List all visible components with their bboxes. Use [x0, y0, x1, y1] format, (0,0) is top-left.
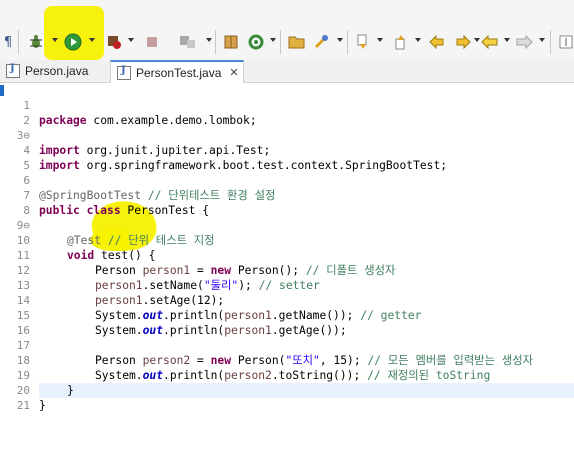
java-file-icon — [117, 65, 131, 80]
prev-annotation-icon[interactable] — [393, 32, 409, 52]
refresh-icon[interactable] — [248, 32, 264, 52]
stop-icon[interactable] — [145, 32, 159, 52]
toolbar-separator — [18, 30, 19, 54]
toolbar-separator — [280, 30, 281, 54]
code-line: 11 Person person1 = new Person(); // 디폴트… — [0, 233, 574, 277]
editor-tab-bar: Person.java PersonTest.java ✕ — [0, 60, 574, 83]
code-line: 18 System.out.println(person2.toString()… — [0, 338, 574, 382]
back-icon[interactable] — [480, 32, 500, 52]
tab-label: PersonTest.java — [136, 65, 222, 80]
next-annotation-dropdown-icon[interactable] — [377, 38, 383, 42]
run-dropdown-icon[interactable] — [89, 38, 95, 42]
tab-persontest-java[interactable]: PersonTest.java ✕ — [110, 60, 244, 83]
deploy-icon[interactable] — [177, 32, 199, 52]
code-line: 16 — [0, 308, 574, 337]
code-editor[interactable]: 1 package com.example.demo.lombok; 2 3⊖ … — [0, 83, 574, 450]
code-line: 2 — [0, 98, 574, 127]
main-toolbar: ¶ — [0, 0, 574, 60]
code-line: 14 System.out.println(person1.getName())… — [0, 278, 574, 322]
code-line: 9⊖ @Test // 단위 테스트 지정 — [0, 203, 574, 247]
line-code: } — [39, 399, 46, 412]
deploy-dropdown-icon[interactable] — [206, 38, 212, 42]
toolbar-separator — [347, 30, 348, 54]
code-line: 7 public class PersonTest { — [0, 173, 574, 217]
code-line: 21 — [0, 383, 574, 412]
code-line: 5 — [0, 143, 574, 172]
run-icon[interactable] — [64, 32, 82, 52]
code-line: 15 System.out.println(person1.getAge()); — [0, 293, 574, 337]
code-line: 13 person1.setAge(12); — [0, 263, 574, 307]
code-line: 1 package com.example.demo.lombok; — [0, 83, 574, 127]
code-line: 3⊖ import org.junit.jupiter.api.Test; — [0, 113, 574, 157]
code-line: 8 — [0, 188, 574, 217]
debug-dropdown-icon[interactable] — [52, 38, 58, 42]
back-dropdown-icon[interactable] — [504, 38, 510, 42]
debug-icon[interactable] — [27, 32, 45, 52]
code-line: 12 person1.setName("둘리"); // setter — [0, 248, 574, 292]
code-line: 19 } — [0, 353, 574, 397]
toolbar-separator — [550, 30, 551, 54]
pin-icon[interactable] — [558, 32, 574, 52]
code-line: 10 void test() { — [0, 218, 574, 262]
code-line: 20 } — [0, 368, 574, 412]
tab-person-java[interactable]: Person.java — [0, 60, 108, 82]
forward-edit-icon[interactable] — [452, 32, 472, 52]
code-line: 17 Person person2 = new Person("또치", 15)… — [0, 323, 574, 367]
line-number: 21 — [16, 399, 30, 412]
wrench-dropdown-icon[interactable] — [337, 38, 343, 42]
java-file-icon — [6, 63, 20, 78]
next-annotation-icon[interactable] — [355, 32, 371, 52]
run-server-icon[interactable] — [105, 32, 123, 52]
forward-dropdown-icon[interactable] — [539, 38, 545, 42]
back-edit-icon[interactable] — [428, 32, 448, 52]
pilcrow-icon[interactable]: ¶ — [2, 32, 14, 52]
tab-label: Person.java — [25, 64, 89, 78]
refresh-dropdown-icon[interactable] — [270, 38, 276, 42]
close-icon[interactable]: ✕ — [229, 66, 238, 79]
prev-annotation-dropdown-icon[interactable] — [415, 38, 421, 42]
open-folder-icon[interactable] — [288, 32, 306, 52]
run-server-dropdown-icon[interactable] — [128, 38, 134, 42]
new-package-icon[interactable] — [223, 32, 239, 52]
toolbar-separator — [215, 30, 216, 54]
wrench-icon[interactable] — [313, 32, 329, 52]
code-line: 6 @SpringBootTest // 단위테스트 환경 설정 — [0, 158, 574, 202]
forward-icon[interactable] — [514, 32, 534, 52]
code-line: 4 import org.springframework.boot.test.c… — [0, 128, 574, 172]
